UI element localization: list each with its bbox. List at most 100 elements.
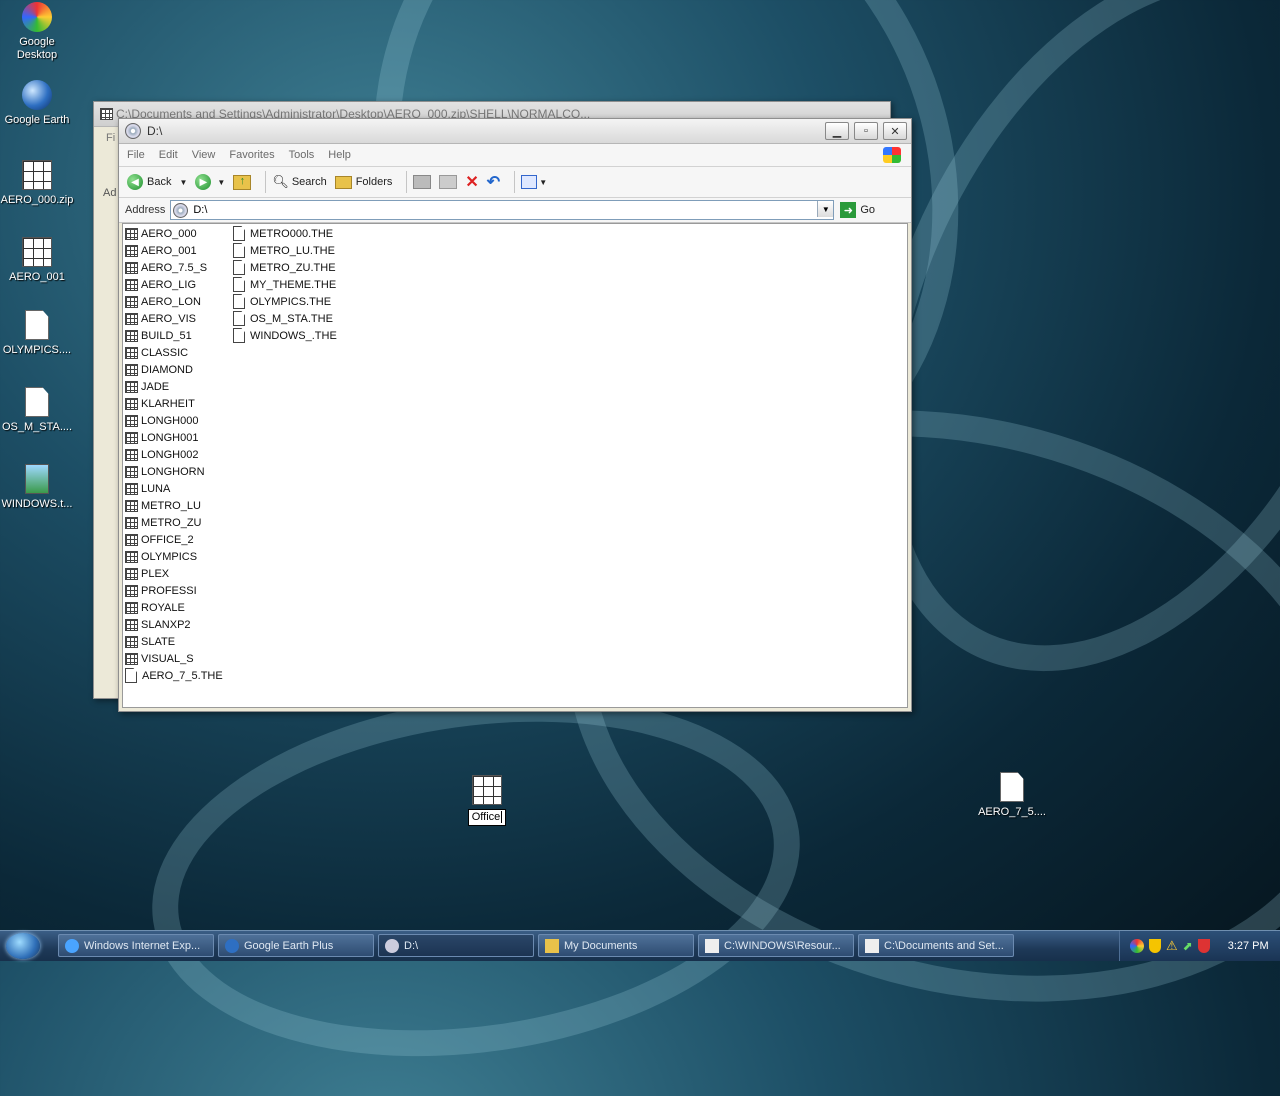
chevron-down-icon[interactable]: ▼ [179,178,187,187]
file-list-item[interactable]: OLYMPICS [125,548,197,565]
file-list-item[interactable]: LONGH000 [125,412,198,429]
file-name: PLEX [141,567,170,580]
file-list-item[interactable]: ROYALE [125,599,185,616]
forward-button[interactable]: ▶ ▼ [195,174,225,190]
maximize-button[interactable]: ▫ [854,122,878,140]
rename-input[interactable]: Office [467,809,507,826]
back-button[interactable]: ◀ Back ▼ [127,174,187,190]
file-list-item[interactable]: LONGHORN [125,463,205,480]
cd-drive-icon [173,202,189,218]
desktop-icon-windows-t[interactable]: WINDOWS.t... [0,464,74,511]
start-button[interactable] [6,933,40,959]
file-list-item[interactable]: AERO_001 [125,242,197,259]
clock[interactable]: 3:27 PM [1228,940,1269,952]
address-input[interactable]: D:\ ▼ [170,200,835,220]
file-list-item[interactable]: OLYMPICS.THE [233,293,331,310]
file-list-item[interactable]: METRO000.THE [233,225,333,242]
file-list-item[interactable]: SLANXP2 [125,616,191,633]
chevron-down-icon: ▼ [539,177,548,187]
explorer-window[interactable]: D:\ ▁ ▫ ✕ File Edit View Favorites Tools… [118,118,912,712]
explorer-titlebar[interactable]: D:\ ▁ ▫ ✕ [119,119,911,144]
file-name: METRO000.THE [250,227,334,240]
google-earth-icon [225,938,239,953]
tray-shield-icon[interactable] [1149,939,1161,953]
menu-file[interactable]: File [127,149,145,161]
go-button[interactable]: ➜ Go [840,202,875,218]
file-list-item[interactable]: PLEX [125,565,169,582]
taskbar-item-d-drive[interactable]: D:\ [378,934,534,957]
up-folder-button[interactable]: ↑ [233,174,252,190]
desktop-icon-renaming[interactable]: Office [450,775,524,826]
back-window-address-fragment: Ad [103,187,117,199]
desktop-icon-google-desktop[interactable]: Google Desktop [0,2,74,62]
taskbar-item-windows-resources[interactable]: C:\WINDOWS\Resour... [698,934,854,957]
desktop-icon-google-earth[interactable]: Google Earth [0,80,74,127]
close-button[interactable]: ✕ [883,122,907,140]
folders-button[interactable]: Folders [334,175,392,189]
desktop-icon-label: Google Earth [4,114,70,126]
tray-network-icon[interactable]: ⬈ [1183,939,1193,953]
copy-to-button[interactable] [439,175,458,189]
undo-button[interactable]: ↶ [487,172,500,192]
move-to-button[interactable] [413,175,432,189]
menu-favorites[interactable]: Favorites [229,149,274,161]
menu-edit[interactable]: Edit [159,149,178,161]
file-name: LUNA [141,482,171,495]
file-list-item[interactable]: OFFICE_2 [125,531,194,548]
file-list-item[interactable]: PROFESSI [125,582,197,599]
desktop-icon-aero-001[interactable]: AERO_001 [0,237,74,284]
file-name: LONGH000 [141,414,199,427]
file-list-item[interactable]: METRO_LU.THE [233,242,335,259]
file-list-item[interactable]: LONGH002 [125,446,198,463]
desktop-icon-olympics[interactable]: OLYMPICS.... [0,310,74,357]
tray-warning-icon[interactable]: ⚠ [1166,938,1178,954]
views-button[interactable]: ▼ [521,175,547,189]
menu-help[interactable]: Help [328,149,351,161]
taskbar-item-my-documents[interactable]: My Documents [538,934,694,957]
file-name: METRO_LU [141,499,201,512]
file-list-item[interactable]: AERO_LIG [125,276,196,293]
chevron-down-icon[interactable]: ▼ [217,178,225,187]
desktop-icon-aero-7-5[interactable]: AERO_7_5.... [975,772,1049,819]
file-list-item[interactable]: MY_THEME.THE [233,276,336,293]
file-list-item[interactable]: AERO_000 [125,225,197,242]
file-list-item[interactable]: WINDOWS_.THE [233,327,337,344]
file-name: BUILD_51 [141,329,192,342]
desktop-icon-aero-000-zip[interactable]: AERO_000.zip [0,160,74,207]
file-list-item[interactable]: METRO_ZU [125,514,202,531]
desktop-icon-os-m-sta[interactable]: OS_M_STA.... [0,387,74,434]
theme-file-icon [125,397,138,410]
file-list-item[interactable]: LUNA [125,480,170,497]
back-arrow-icon: ◀ [127,174,143,190]
file-list-item[interactable]: METRO_LU [125,497,201,514]
menu-tools[interactable]: Tools [289,149,315,161]
theme-file-icon [125,448,138,461]
file-list-item[interactable]: DIAMOND [125,361,193,378]
taskbar-item-ie[interactable]: Windows Internet Exp... [58,934,214,957]
tray-google-icon[interactable] [1130,939,1144,953]
file-list-item[interactable]: AERO_VIS [125,310,196,327]
theme-file-icon [125,295,138,308]
file-list-item[interactable]: VISUAL_S [125,650,194,667]
tray-security-icon[interactable] [1197,939,1210,953]
menu-view[interactable]: View [192,149,216,161]
file-list-item[interactable]: BUILD_51 [125,327,192,344]
file-list-item[interactable]: AERO_LON [125,293,201,310]
file-list-item[interactable]: CLASSIC [125,344,188,361]
file-list-item[interactable]: OS_M_STA.THE [233,310,333,327]
file-name: SLANXP2 [141,618,191,631]
file-list-item[interactable]: SLATE [125,633,175,650]
search-button[interactable]: 🔍︎ Search [272,174,326,190]
taskbar-item-documents-settings[interactable]: C:\Documents and Set... [858,934,1014,957]
file-list-item[interactable]: JADE [125,378,169,395]
delete-button[interactable]: ✕ [465,172,478,192]
minimize-button[interactable]: ▁ [825,122,849,140]
file-list-item[interactable]: METRO_ZU.THE [233,259,336,276]
file-list-item[interactable]: LONGH001 [125,429,198,446]
address-dropdown-button[interactable]: ▼ [817,201,834,217]
file-list-item[interactable]: AERO_7_5.THE [125,667,223,684]
file-list-item[interactable]: AERO_7.5_S [125,259,207,276]
theme-file-icon [125,499,138,512]
taskbar-item-google-earth[interactable]: Google Earth Plus [218,934,374,957]
file-list-item[interactable]: KLARHEIT [125,395,195,412]
